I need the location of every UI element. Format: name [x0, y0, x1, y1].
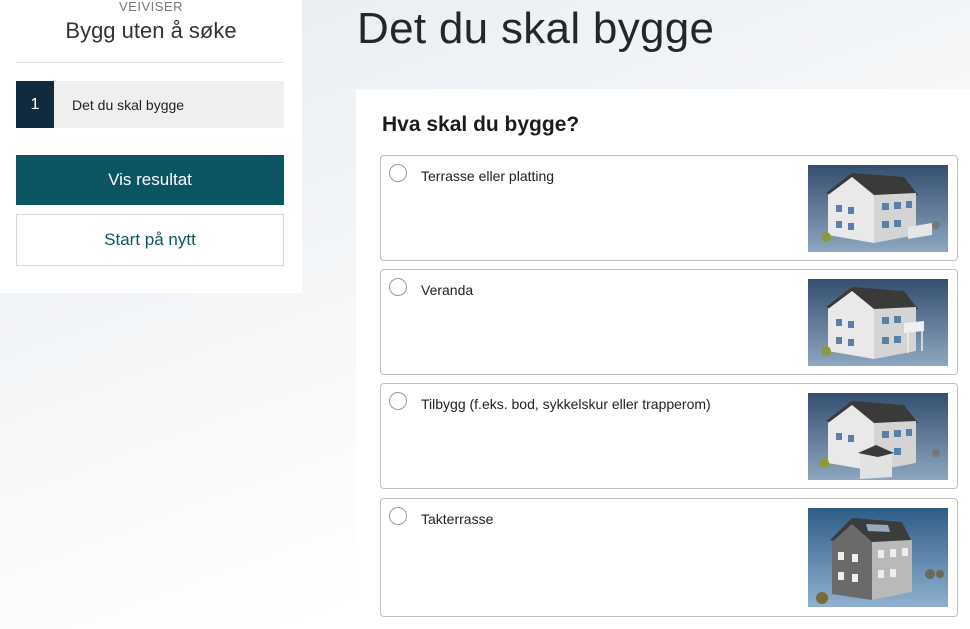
house-roof-terrace-icon	[808, 508, 948, 607]
house-annex-icon	[808, 393, 948, 480]
sidebar-divider	[16, 62, 284, 63]
wizard-title: Bygg uten å søke	[65, 18, 237, 43]
option-annex[interactable]: Tilbygg (f.eks. bod, sykkelskur eller tr…	[380, 383, 958, 489]
option-label: Terrasse eller platting	[421, 168, 555, 184]
radio-veranda[interactable]	[389, 278, 407, 296]
option-veranda[interactable]: Veranda	[380, 269, 958, 375]
radio-annex[interactable]	[389, 392, 407, 410]
question-panel: Hva skal du bygge? Terrasse eller platti…	[356, 89, 970, 629]
option-label: Veranda	[421, 282, 474, 298]
wizard-step-1[interactable]: 1 Det du skal bygge	[16, 81, 284, 128]
option-label: Takterrasse	[421, 511, 494, 527]
radio-terrace[interactable]	[389, 164, 407, 182]
question-heading: Hva skal du bygge?	[382, 113, 580, 136]
wizard-sidebar: VEIVISER Bygg uten å søke 1 Det du skal …	[0, 0, 302, 293]
option-label: Tilbygg (f.eks. bod, sykkelskur eller tr…	[421, 396, 711, 412]
step-label: Det du skal bygge	[72, 96, 185, 113]
radio-roof-terrace[interactable]	[389, 507, 407, 525]
wizard-eyebrow: VEIVISER	[119, 0, 183, 14]
show-result-button[interactable]: Vis resultat	[16, 155, 284, 205]
house-veranda-icon	[808, 279, 948, 366]
option-roof-terrace[interactable]: Takterrasse	[380, 498, 958, 617]
option-terrace[interactable]: Terrasse eller platting	[380, 155, 958, 261]
house-terrace-icon	[808, 165, 948, 252]
restart-button[interactable]: Start på nytt	[16, 214, 284, 266]
step-number-badge: 1	[16, 81, 54, 128]
page-title: Det du skal bygge	[357, 4, 715, 53]
